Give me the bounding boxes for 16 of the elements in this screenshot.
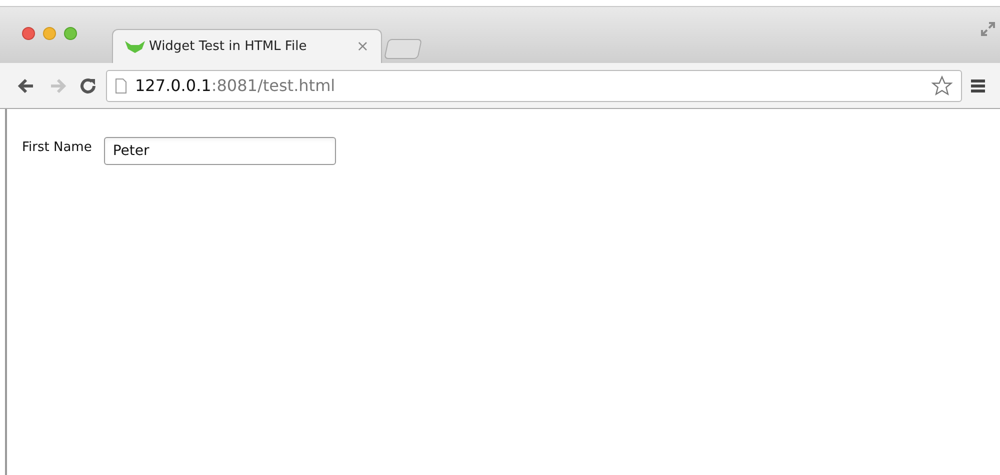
fullscreen-icon[interactable] <box>980 21 996 37</box>
back-arrow-icon[interactable] <box>17 78 35 94</box>
field-label: First Name <box>22 139 92 157</box>
close-window-icon[interactable] <box>22 27 35 40</box>
address-bar[interactable]: 127.0.0.1:8081/test.html <box>106 70 962 102</box>
page-icon <box>115 78 127 94</box>
minimize-window-icon[interactable] <box>43 27 56 40</box>
menu-icon[interactable] <box>970 78 986 94</box>
url-text: 127.0.0.1:8081/test.html <box>135 74 336 96</box>
horned-creature-icon <box>125 40 145 52</box>
first-name-field[interactable]: Peter <box>104 137 336 165</box>
browser-tab[interactable]: Widget Test in HTML File × <box>112 29 382 63</box>
star-icon[interactable] <box>931 74 953 96</box>
zoom-window-icon[interactable] <box>64 27 77 40</box>
reload-icon[interactable] <box>78 76 98 96</box>
tab-title: Widget Test in HTML File <box>149 38 308 56</box>
